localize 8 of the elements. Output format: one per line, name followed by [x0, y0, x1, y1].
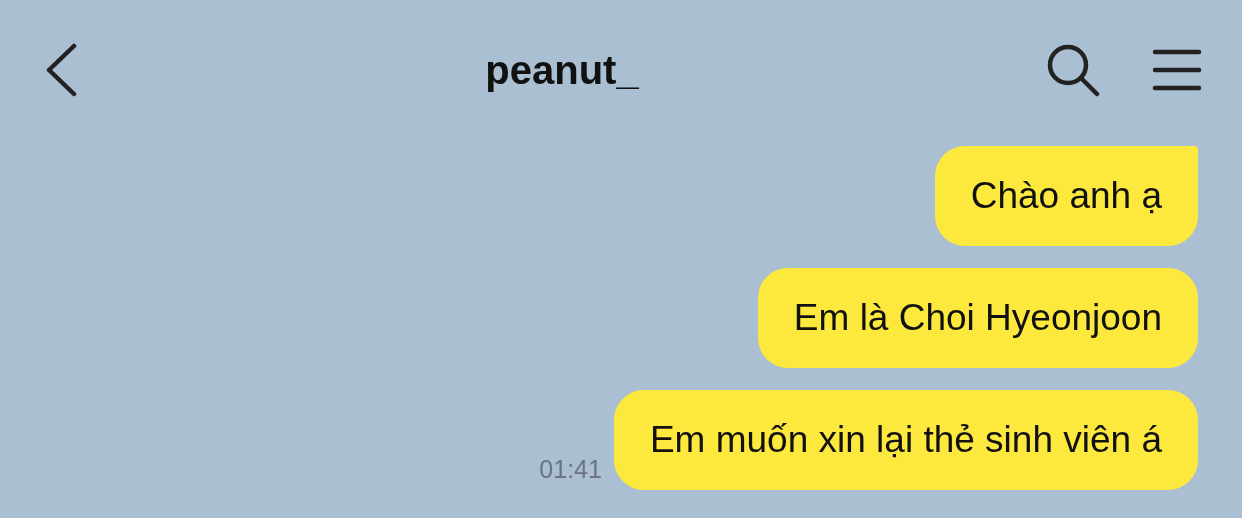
message-bubble: Em là Choi Hyeonjoon [757, 268, 1198, 368]
search-icon[interactable] [1046, 43, 1100, 97]
menu-icon[interactable] [1152, 48, 1202, 92]
message-bubble: Em muốn xin lại thẻ sinh viên á [613, 390, 1198, 490]
chat-title: peanut_ [485, 48, 639, 92]
message-bubble: Chào anh ạ [934, 146, 1198, 246]
message-time: 01:41 [539, 453, 602, 485]
back-icon[interactable] [44, 43, 78, 97]
